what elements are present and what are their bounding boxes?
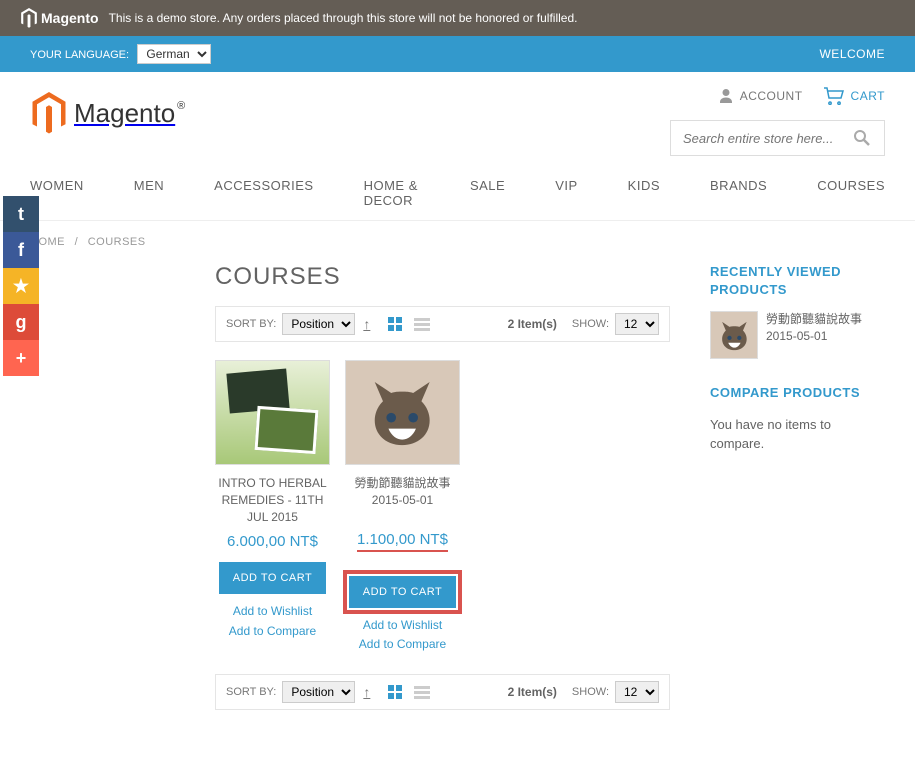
- social-sidebar: t f ★ g +: [3, 196, 39, 376]
- list-icon: [414, 685, 430, 699]
- demo-notice-text: This is a demo store. Any orders placed …: [109, 11, 578, 25]
- show-label: SHOW:: [572, 318, 609, 330]
- cart-icon: [823, 87, 845, 105]
- product-image-link[interactable]: [345, 360, 460, 465]
- demo-notice-bar: Magento This is a demo store. Any orders…: [0, 0, 915, 36]
- show-per-page-select[interactable]: 12: [615, 313, 659, 335]
- product-grid: INTRO TO HERBAL REMEDIES - 11TH JUL 2015…: [215, 360, 670, 654]
- toolbar-top: SORT BY: Position ↑ 2 Item(s) SHOW: 12: [215, 306, 670, 342]
- nav-courses[interactable]: COURSES: [817, 166, 885, 205]
- header: Magento® ACCOUNT CART: [0, 72, 915, 166]
- product-name[interactable]: INTRO TO HERBAL REMEDIES - 11TH JUL 2015: [215, 475, 330, 525]
- breadcrumb: HOME / COURSES: [0, 221, 915, 263]
- nav-sale[interactable]: SALE: [470, 166, 505, 205]
- item-count: 2 Item(s): [508, 685, 557, 699]
- sort-by-label: SORT BY:: [226, 686, 276, 698]
- compare-products-title: COMPARE PRODUCTS: [710, 384, 885, 402]
- add-to-compare-link[interactable]: Add to Compare: [215, 622, 330, 641]
- recent-item-name: 勞動節聽貓說故事 2015-05-01: [766, 311, 885, 359]
- language-select[interactable]: German: [137, 44, 211, 64]
- products-column: COURSES SORT BY: Position ↑ 2 Item(s) SH…: [215, 263, 670, 728]
- add-to-compare-link[interactable]: Add to Compare: [345, 635, 460, 654]
- show-per-page-select[interactable]: 12: [615, 681, 659, 703]
- brand-text-small: Magento: [41, 10, 99, 26]
- language-switcher: YOUR LANGUAGE: German: [30, 44, 211, 64]
- view-mode-list[interactable]: [414, 317, 430, 331]
- compare-empty-message: You have no items to compare.: [710, 415, 885, 454]
- recently-viewed-item[interactable]: 勞動節聽貓說故事 2015-05-01: [710, 311, 885, 359]
- recent-item-thumb: [710, 311, 758, 359]
- show-label: SHOW:: [572, 686, 609, 698]
- toolbar-bottom: SORT BY: Position ↑ 2 Item(s) SHOW: 12: [215, 674, 670, 710]
- grid-icon: [388, 317, 404, 331]
- view-mode-switcher: [388, 685, 430, 699]
- right-sidebar: RECENTLY VIEWED PRODUCTS 勞動節聽貓說故事 2015-0…: [710, 263, 885, 728]
- share-facebook[interactable]: f: [3, 232, 39, 268]
- top-bar: YOUR LANGUAGE: German WELCOME: [0, 36, 915, 72]
- list-icon: [414, 317, 430, 331]
- account-link[interactable]: ACCOUNT: [718, 88, 803, 104]
- search-input[interactable]: [683, 131, 853, 146]
- add-to-cart-button[interactable]: ADD TO CART: [219, 562, 326, 594]
- view-mode-grid[interactable]: [388, 685, 404, 699]
- nav-home-decor[interactable]: HOME & DECOR: [364, 166, 420, 220]
- cart-link[interactable]: CART: [823, 87, 885, 105]
- add-to-wishlist-link[interactable]: Add to Wishlist: [215, 602, 330, 621]
- breadcrumb-separator: /: [75, 236, 79, 248]
- logo-link[interactable]: Magento®: [30, 92, 175, 134]
- logo-text: Magento®: [74, 98, 175, 129]
- welcome-message: WELCOME: [819, 47, 885, 61]
- magento-logo-icon: [30, 92, 68, 134]
- grid-icon: [388, 685, 404, 699]
- nav-kids[interactable]: KIDS: [628, 166, 660, 205]
- add-to-wishlist-link[interactable]: Add to Wishlist: [345, 616, 460, 635]
- header-links: ACCOUNT CART: [718, 87, 885, 105]
- main-content: COURSES SORT BY: Position ↑ 2 Item(s) SH…: [0, 263, 915, 758]
- nav-accessories[interactable]: ACCESSORIES: [214, 166, 313, 205]
- recently-viewed-block: RECENTLY VIEWED PRODUCTS 勞動節聽貓說故事 2015-0…: [710, 263, 885, 359]
- share-google[interactable]: g: [3, 304, 39, 340]
- compare-products-block: COMPARE PRODUCTS You have no items to co…: [710, 384, 885, 453]
- product-image: [346, 361, 459, 464]
- user-icon: [718, 88, 734, 104]
- view-mode-grid[interactable]: [388, 317, 404, 331]
- sort-by-select[interactable]: Position: [282, 313, 355, 335]
- product-image: [216, 361, 329, 464]
- sort-by-label: SORT BY:: [226, 318, 276, 330]
- add-to-cart-button[interactable]: ADD TO CART: [349, 576, 456, 608]
- product-item: 勞動節聽貓說故事 2015-05-01 1.100,00 NT$ ADD TO …: [345, 360, 460, 654]
- view-mode-switcher: [388, 317, 430, 331]
- product-item: INTRO TO HERBAL REMEDIES - 11TH JUL 2015…: [215, 360, 330, 654]
- search-icon[interactable]: [853, 129, 871, 147]
- nav-vip[interactable]: VIP: [555, 166, 577, 205]
- product-price: 1.100,00 NT$: [357, 531, 448, 552]
- recently-viewed-title: RECENTLY VIEWED PRODUCTS: [710, 263, 885, 299]
- page-title: COURSES: [215, 263, 670, 291]
- item-count: 2 Item(s): [508, 317, 557, 331]
- share-more[interactable]: +: [3, 340, 39, 376]
- product-name[interactable]: 勞動節聽貓說故事 2015-05-01: [345, 475, 460, 523]
- nav-men[interactable]: MEN: [134, 166, 164, 205]
- sort-by-select[interactable]: Position: [282, 681, 355, 703]
- breadcrumb-current: COURSES: [88, 236, 146, 248]
- magento-logo-small: Magento: [20, 8, 99, 28]
- share-tumblr[interactable]: t: [3, 196, 39, 232]
- sort-direction-toggle[interactable]: ↑: [363, 684, 370, 700]
- search-box: [670, 120, 885, 156]
- header-right: ACCOUNT CART: [670, 87, 885, 156]
- view-mode-list[interactable]: [414, 685, 430, 699]
- product-image-link[interactable]: [215, 360, 330, 465]
- share-favorite[interactable]: ★: [3, 268, 39, 304]
- nav-brands[interactable]: BRANDS: [710, 166, 767, 205]
- main-nav: WOMEN MEN ACCESSORIES HOME & DECOR SALE …: [0, 166, 915, 221]
- language-label: YOUR LANGUAGE:: [30, 49, 129, 61]
- sort-direction-toggle[interactable]: ↑: [363, 316, 370, 332]
- product-price: 6.000,00 NT$: [215, 533, 330, 550]
